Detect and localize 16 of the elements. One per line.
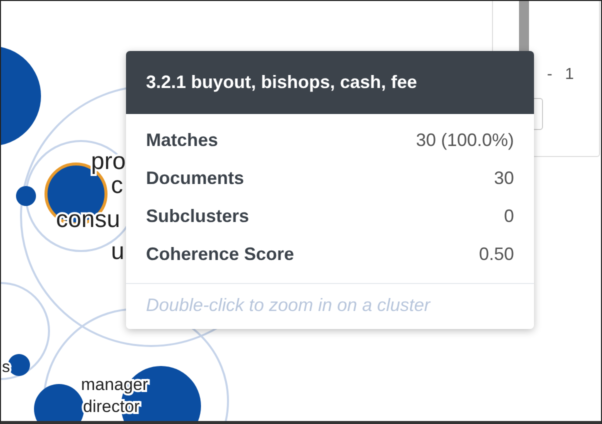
cluster-label: s <box>2 359 10 376</box>
stat-value: 30 <box>494 167 514 190</box>
range-value: 1 <box>565 66 574 84</box>
stat-value: 0 <box>504 205 514 228</box>
tooltip-hint: Double-click to zoom in on a cluster <box>126 283 534 329</box>
cluster-label: u <box>111 238 124 265</box>
stat-label: Matches <box>146 129 218 152</box>
stat-label: Coherence Score <box>146 243 294 266</box>
stat-label: Documents <box>146 167 244 190</box>
stat-label: Subclusters <box>146 205 250 228</box>
stat-value: 30 (100.0%) <box>416 129 514 152</box>
cluster-label: pro <box>91 148 126 175</box>
cluster-label: c <box>111 172 123 199</box>
tooltip-title: 3.2.1 buyout, bishops, cash, fee <box>126 51 534 114</box>
range-dash: - <box>547 66 552 84</box>
stat-value: 0.50 <box>478 243 514 266</box>
